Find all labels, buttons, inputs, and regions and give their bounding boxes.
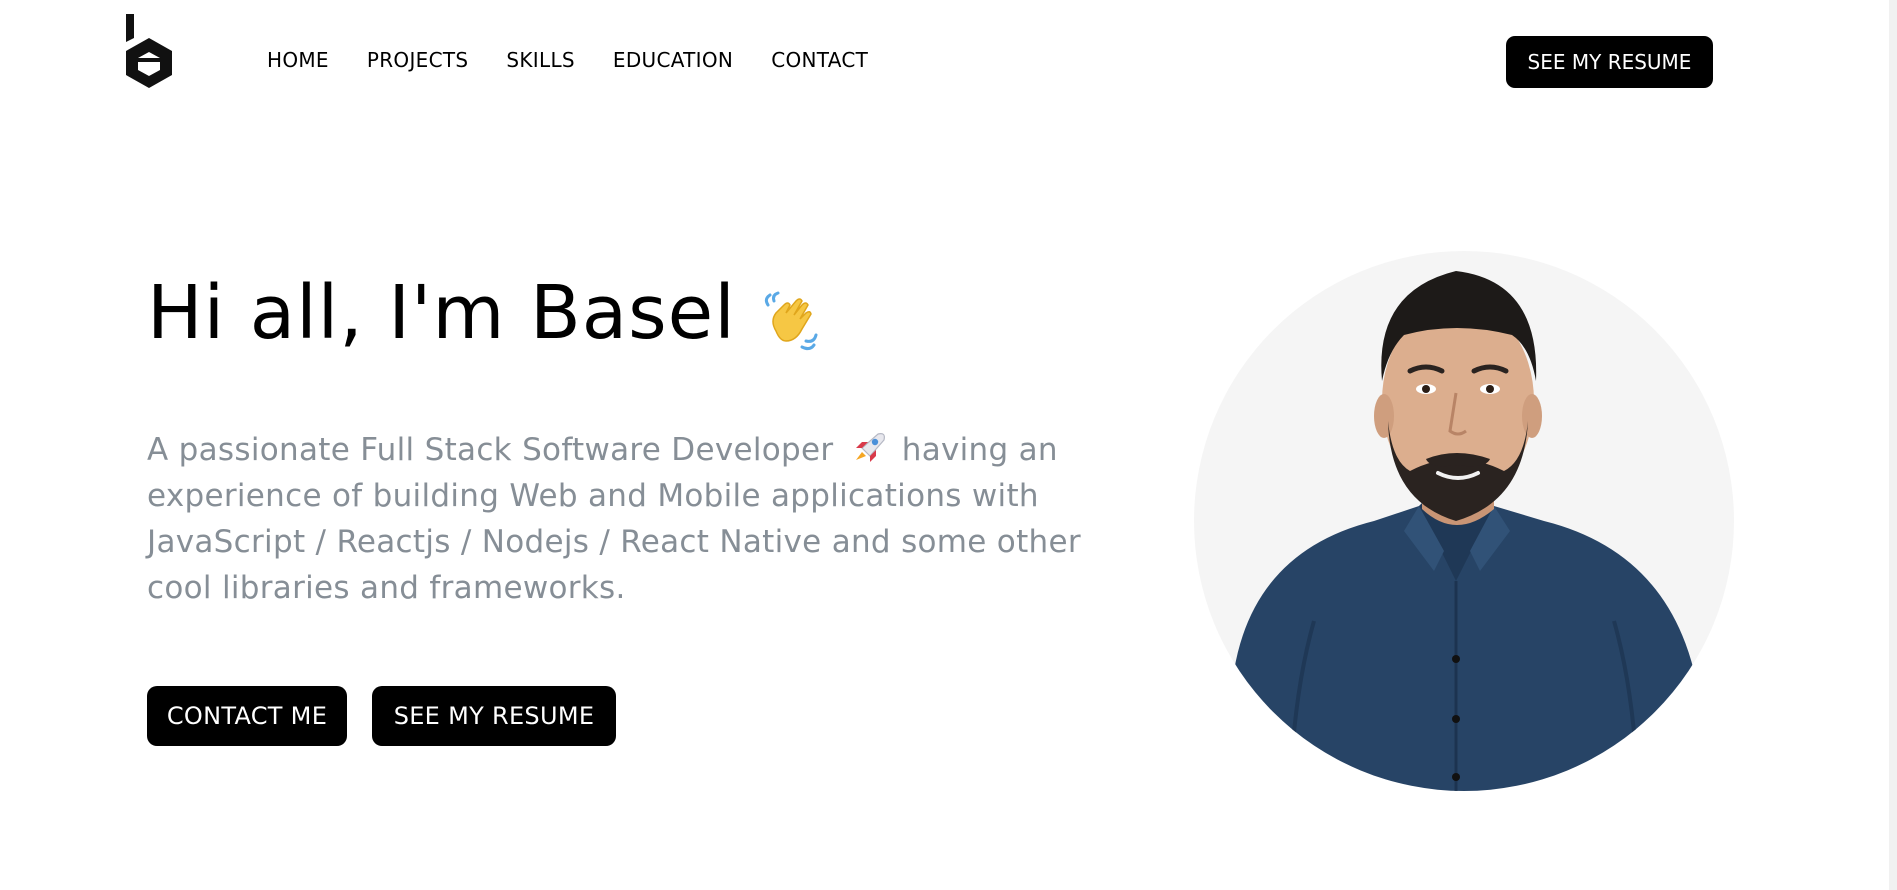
site-header: HOME PROJECTS SKILLS EDUCATION CONTACT S… bbox=[0, 0, 1897, 125]
nav-contact[interactable]: CONTACT bbox=[771, 48, 868, 72]
portfolio-page: HOME PROJECTS SKILLS EDUCATION CONTACT S… bbox=[0, 0, 1897, 890]
contact-me-button[interactable]: CONTACT ME bbox=[147, 686, 347, 746]
hero-description: A passionate Full Stack Software Develop… bbox=[147, 427, 1127, 611]
hero-title-text: Hi all, I'm Basel bbox=[147, 270, 736, 356]
hero-title: Hi all, I'm Basel bbox=[147, 270, 818, 356]
nav-skills[interactable]: SKILLS bbox=[506, 48, 575, 72]
nav-education[interactable]: EDUCATION bbox=[613, 48, 733, 72]
header-resume-button[interactable]: SEE MY RESUME bbox=[1506, 36, 1713, 88]
hero-desc-before: A passionate Full Stack Software Develop… bbox=[147, 432, 834, 468]
page-scrollbar[interactable] bbox=[1889, 0, 1897, 890]
main-nav: HOME PROJECTS SKILLS EDUCATION CONTACT bbox=[267, 48, 868, 72]
see-resume-button[interactable]: SEE MY RESUME bbox=[372, 686, 616, 746]
waving-hand-icon bbox=[762, 283, 818, 351]
profile-photo bbox=[1194, 251, 1734, 791]
nav-projects[interactable]: PROJECTS bbox=[367, 48, 469, 72]
rocket-icon bbox=[848, 430, 888, 466]
nav-home[interactable]: HOME bbox=[267, 48, 329, 72]
b-hexagon-logo-icon[interactable] bbox=[124, 12, 174, 88]
profile-photo-illustration bbox=[1214, 271, 1714, 791]
